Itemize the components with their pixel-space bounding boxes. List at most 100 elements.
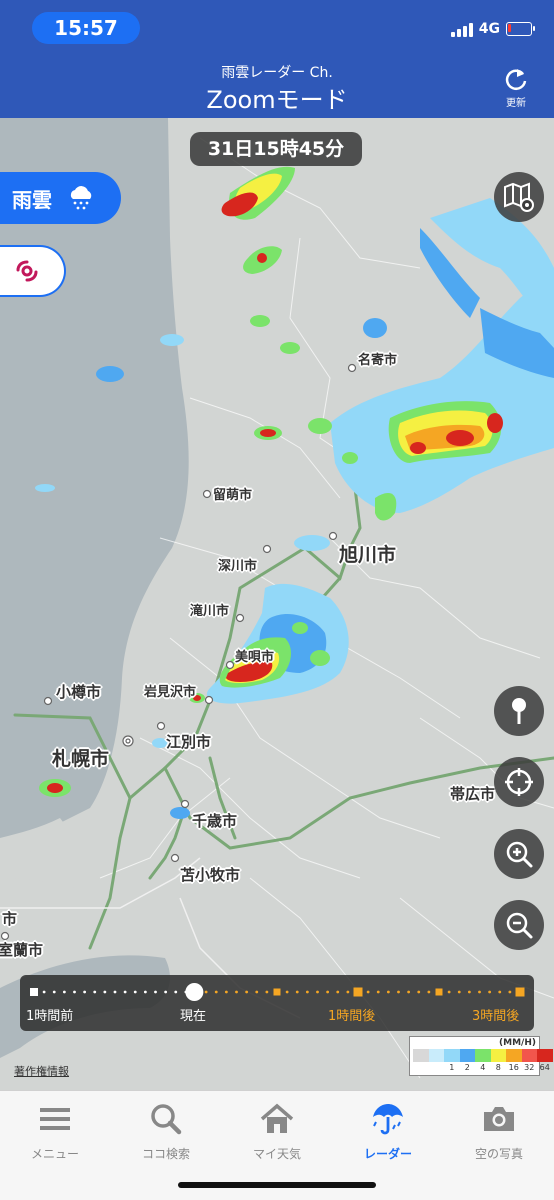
legend-color-cell	[428, 1049, 444, 1062]
legend-color-cell	[537, 1049, 553, 1062]
menu-icon	[40, 1108, 70, 1130]
pin-button[interactable]	[494, 686, 544, 736]
battery-icon	[506, 22, 535, 36]
city-label: 深川市	[218, 559, 258, 574]
timeline-tick	[83, 990, 87, 994]
city-label: 小樽市	[56, 683, 102, 701]
timeline-hour-marker	[435, 988, 443, 996]
tab-label: マイ天気	[252, 1147, 301, 1161]
camera-icon	[484, 1107, 514, 1131]
tab-radar[interactable]: レーダー	[333, 1099, 443, 1161]
city-label: 苫小牧市	[180, 866, 241, 884]
timeline-tick	[285, 990, 289, 994]
timeline-tick	[386, 990, 390, 994]
radar-timestamp: 31日15時45分	[190, 132, 362, 166]
legend-color-cell	[521, 1049, 537, 1062]
timeline-tick	[305, 990, 309, 994]
copyright-link[interactable]: 著作権情報	[14, 1063, 69, 1079]
refresh-label: 更新	[506, 98, 526, 109]
timeline-tick	[52, 990, 56, 994]
tab-label: 空の写真	[474, 1147, 523, 1161]
timeline-tick	[407, 990, 411, 994]
timeline-label-3h: 3時間後	[472, 1009, 520, 1024]
legend-value: 8	[495, 1063, 501, 1072]
timeline-tick	[214, 990, 218, 994]
timeline-hour-marker	[353, 987, 363, 997]
rain-cloud-icon	[70, 186, 92, 210]
tab-search[interactable]: ココ検索	[111, 1099, 221, 1161]
timeline-tick	[397, 990, 400, 994]
home-icon	[260, 1103, 294, 1133]
zoom-in-button[interactable]	[494, 829, 544, 879]
timeline-tick	[498, 990, 502, 994]
timeline-tick	[113, 990, 117, 994]
timeline-start-marker	[30, 988, 38, 996]
page-title: Zoomモード	[206, 86, 348, 114]
timeline-tick	[488, 990, 492, 994]
legend-color-cell	[444, 1049, 460, 1062]
refresh-icon	[505, 69, 527, 90]
timeline-tick	[245, 990, 249, 994]
timeline-tick	[62, 990, 66, 994]
typhoon-icon	[16, 260, 38, 282]
timeline-label-now: 現在	[180, 1009, 207, 1024]
city-label: 岩見沢市	[144, 685, 197, 700]
legend-value: 4	[480, 1063, 486, 1072]
typhoon-layer-button[interactable]	[0, 245, 66, 297]
legend-value: 32	[524, 1063, 535, 1072]
legend-color-cell	[413, 1049, 429, 1062]
tab-sky-photos[interactable]: 空の写真	[444, 1099, 554, 1161]
zoom-out-icon	[506, 912, 533, 939]
status-time: 15:57	[32, 12, 140, 44]
timeline-tick	[295, 990, 299, 994]
city-label: 江別市	[166, 733, 212, 751]
timeline-slider[interactable]: 1時間前 現在 1時間後 3時間後	[20, 975, 534, 1031]
header: 雨雲レーダー Ch. Zoomモード 更新	[0, 56, 554, 118]
map-settings-icon	[504, 182, 534, 212]
timeline-tick	[346, 990, 350, 994]
timeline-tick	[224, 990, 228, 994]
radar-map[interactable]: 名寄市 留萌市 旭川市 深川市 滝川市 美唄市 小樽市 岩見沢市 江別市 札幌市…	[0, 118, 554, 1090]
tab-my-weather[interactable]: マイ天気	[222, 1099, 332, 1161]
city-label: 室蘭市	[0, 941, 44, 959]
legend-value: 2	[464, 1063, 470, 1072]
timeline-tick	[316, 990, 319, 994]
signal-icon	[450, 21, 473, 37]
legend-color-cell	[490, 1049, 506, 1062]
legend-color-cell	[459, 1049, 475, 1062]
tab-label: ココ検索	[141, 1147, 190, 1161]
timeline-tick	[204, 990, 208, 994]
zoom-out-button[interactable]	[494, 900, 544, 950]
timeline-tick	[417, 990, 421, 994]
timeline-tick	[336, 990, 340, 994]
network-type: 4G	[478, 21, 500, 37]
timeline-tick	[508, 990, 512, 994]
refresh-button[interactable]: 更新	[496, 66, 536, 109]
timeline-tick	[103, 990, 107, 994]
map-settings-button[interactable]	[494, 172, 544, 222]
umbrella-icon	[373, 1104, 403, 1135]
legend-color-cell	[475, 1049, 491, 1062]
legend-value: 16	[508, 1063, 519, 1072]
timeline-tick	[366, 990, 370, 994]
timeline-tick	[457, 990, 461, 994]
city-label: 千歳市	[192, 812, 238, 830]
timeline-hour-marker	[515, 987, 525, 997]
city-label: 旭川市	[339, 544, 397, 566]
city-label: 名寄市	[358, 353, 398, 368]
timeline-tick	[478, 990, 481, 994]
timeline-hour-marker	[273, 988, 281, 996]
header-subtitle: 雨雲レーダー Ch.	[221, 65, 333, 81]
city-label: 留萌市	[213, 488, 253, 503]
locate-button[interactable]	[494, 757, 544, 807]
city-label: 札幌市	[52, 748, 110, 770]
home-indicator	[178, 1182, 376, 1188]
timeline-tick	[133, 990, 137, 994]
timeline-tick	[255, 990, 259, 994]
rain-layer-button[interactable]: 雨雲	[0, 172, 121, 224]
tab-menu[interactable]: メニュー	[0, 1099, 110, 1161]
tab-label: メニュー	[30, 1147, 79, 1161]
timeline-tick	[93, 990, 97, 994]
legend-values: 1 2 4 8 16 32 64	[413, 1063, 553, 1072]
timeline-tick	[123, 990, 127, 994]
